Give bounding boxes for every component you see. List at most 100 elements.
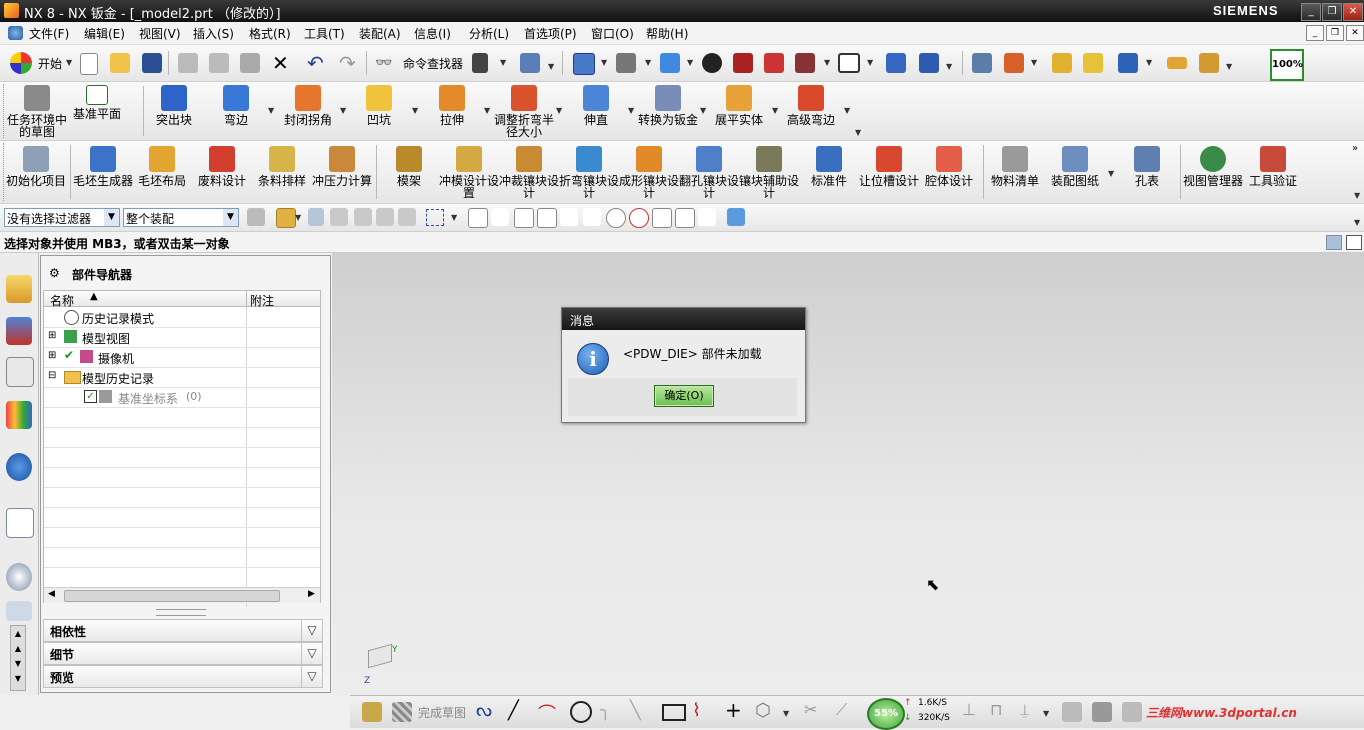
reuse-library-icon[interactable] <box>6 401 32 429</box>
insert-assist-button[interactable]: 镶块辅助设计 <box>739 146 799 199</box>
doc-close-button[interactable]: ✕ <box>1346 25 1364 41</box>
background-icon[interactable] <box>838 53 860 73</box>
extrude-button[interactable]: 拉伸 <box>422 85 482 126</box>
cavity-design-button[interactable]: 腔体设计 <box>919 146 979 187</box>
polygon-icon[interactable]: ⌇ <box>692 700 701 721</box>
history-icon[interactable] <box>6 563 32 591</box>
snap-control-icon[interactable] <box>491 208 509 226</box>
select-body-icon[interactable] <box>330 208 348 226</box>
finish-sketch-icon[interactable] <box>392 702 412 722</box>
fullscreen-icon[interactable] <box>1346 235 1362 250</box>
dropdown-icon[interactable]: ▼ <box>601 58 607 67</box>
sketch-task-icon[interactable] <box>362 702 382 722</box>
tree-row-datum-csys[interactable]: ✓ 基准坐标系 (0) <box>44 387 320 408</box>
menu-preferences[interactable]: 首选项(P) <box>524 25 577 42</box>
start-dropdown-icon[interactable]: ▼ <box>66 58 72 67</box>
datum-plane-button[interactable]: 基准平面 <box>67 85 127 120</box>
scope-select[interactable]: 整个装配 ▼ <box>123 208 239 227</box>
wcs-icon[interactable] <box>886 53 906 73</box>
mirror-curve-icon[interactable] <box>1092 702 1112 722</box>
sketch-in-task-button[interactable]: 任务环境中的草图 <box>7 85 67 138</box>
wireframe-icon[interactable] <box>733 53 753 73</box>
filter-settings-icon[interactable] <box>247 208 265 226</box>
web-browser-icon[interactable] <box>6 453 32 481</box>
start-button[interactable]: 开始 <box>38 55 62 72</box>
menu-analysis[interactable]: 分析(L) <box>469 25 509 42</box>
closed-corner-button[interactable]: 封闭拐角 <box>278 85 338 126</box>
close-button[interactable]: ✕ <box>1343 3 1363 21</box>
snap-view-icon[interactable] <box>727 208 745 226</box>
chamfer-icon[interactable]: ╲ <box>630 700 641 721</box>
dropdown-icon[interactable]: ▼ <box>548 62 554 71</box>
dropdown-icon[interactable]: ▼ <box>1031 58 1037 67</box>
ok-button[interactable]: 确定(O) <box>654 385 714 407</box>
dropdown-icon[interactable]: ▼ <box>484 106 490 115</box>
splitter-handle[interactable] <box>156 609 206 616</box>
convert-to-sheetmetal-button[interactable]: 转换为钣金 <box>638 85 698 126</box>
die-design-setup-button[interactable]: 冲模设计设置 <box>439 146 499 199</box>
scroll-left-icon[interactable]: ◀ <box>48 589 55 599</box>
flat-solid-button[interactable]: 展平实体 <box>709 85 769 126</box>
graphics-window[interactable]: Y Z ⬉ <box>332 253 1364 695</box>
start-icon[interactable] <box>10 52 32 74</box>
scrollbar-thumb[interactable] <box>64 590 280 602</box>
scroll-right-icon[interactable]: ▶ <box>308 589 315 599</box>
finish-sketch-button[interactable]: 完成草图 <box>418 704 466 721</box>
undo-icon[interactable]: ↶ <box>307 51 324 75</box>
toolbar-overflow-icon[interactable]: » <box>1352 143 1358 154</box>
edit-object-icon[interactable] <box>1052 53 1072 73</box>
menu-file[interactable]: 文件(F) <box>29 25 69 42</box>
tool-validation-button[interactable]: 工具验证 <box>1243 146 1303 187</box>
snap-line-icon[interactable] <box>537 208 557 228</box>
edges-icon[interactable] <box>795 53 815 73</box>
visibility-checkbox[interactable]: ✓ <box>84 390 97 403</box>
tree-row-model-history[interactable]: ⊟ 模型历史记录 <box>44 367 320 388</box>
render-style-icon[interactable] <box>616 53 636 73</box>
view-manager-button[interactable]: 视图管理器 <box>1183 146 1243 187</box>
dimple-button[interactable]: 凹坑 <box>349 85 409 126</box>
fillet-icon[interactable]: ╮ <box>600 700 611 721</box>
pattern-curve-icon[interactable] <box>1122 702 1142 722</box>
maximize-button[interactable]: ❐ <box>1322 3 1342 21</box>
fit-view-icon[interactable] <box>573 53 595 75</box>
status-toggle-icon[interactable] <box>1326 235 1342 250</box>
measure-icon[interactable] <box>1167 57 1187 69</box>
auto-dimension-icon[interactable]: ⍊ <box>1020 700 1030 720</box>
collapse-icon[interactable]: ⊟ <box>48 370 56 381</box>
scrap-design-button[interactable]: 废料设计 <box>192 146 252 187</box>
rail-scroll-icon[interactable]: ▲ ▲ ▼ ▼ <box>10 625 26 691</box>
menu-format[interactable]: 格式(R) <box>249 25 291 42</box>
toolbar-options-icon[interactable]: ▼ <box>855 128 861 137</box>
assembly-drawing-button[interactable]: 装配图纸 <box>1045 146 1105 187</box>
dropdown-icon[interactable]: ▼ <box>783 709 789 718</box>
display-icon[interactable] <box>1083 53 1103 73</box>
faces-icon[interactable] <box>764 53 784 73</box>
tree-row-cameras[interactable]: ⊞ ✔ 摄像机 <box>44 347 320 368</box>
selection-mode-icon[interactable] <box>276 208 296 228</box>
snap-midpoint-icon[interactable] <box>514 208 534 228</box>
binoculars-icon[interactable]: 👓 <box>375 55 392 71</box>
menu-tools[interactable]: 工具(T) <box>304 25 345 42</box>
command-finder-button[interactable]: 命令查找器 <box>403 55 463 72</box>
relief-slot-button[interactable]: 让位槽设计 <box>859 146 919 187</box>
dropdown-icon[interactable]: ▼ <box>268 106 274 115</box>
dropdown-icon[interactable]: ▼ <box>1043 709 1049 718</box>
resize-bend-radius-button[interactable]: 调整折弯半径大小 <box>494 85 554 138</box>
initialize-project-button[interactable]: 初始化项目 <box>6 146 66 187</box>
dropdown-icon[interactable]: ▼ <box>1226 62 1232 71</box>
assembly-icon[interactable] <box>1118 53 1138 73</box>
tab-button[interactable]: 突出块 <box>144 85 204 126</box>
dropdown-icon[interactable]: ▼ <box>500 58 506 67</box>
delete-icon[interactable]: ✕ <box>272 51 289 75</box>
unbend-button[interactable]: 伸直 <box>566 85 626 126</box>
snap-icon[interactable] <box>520 53 540 73</box>
doc-restore-button[interactable]: ❐ <box>1326 25 1344 41</box>
select-curve-icon[interactable] <box>398 208 416 226</box>
menu-help[interactable]: 帮助(H) <box>646 25 688 42</box>
horizontal-scrollbar[interactable]: ◀ ▶ <box>44 587 320 603</box>
toolbar-options-icon[interactable]: ▼ <box>1354 191 1360 200</box>
dropdown-icon[interactable]: ▼ <box>295 213 301 222</box>
dropdown-icon[interactable]: ▼ <box>687 58 693 67</box>
dialog-title-bar[interactable]: 消息 <box>562 308 805 330</box>
doc-minimize-button[interactable]: _ <box>1306 25 1324 41</box>
